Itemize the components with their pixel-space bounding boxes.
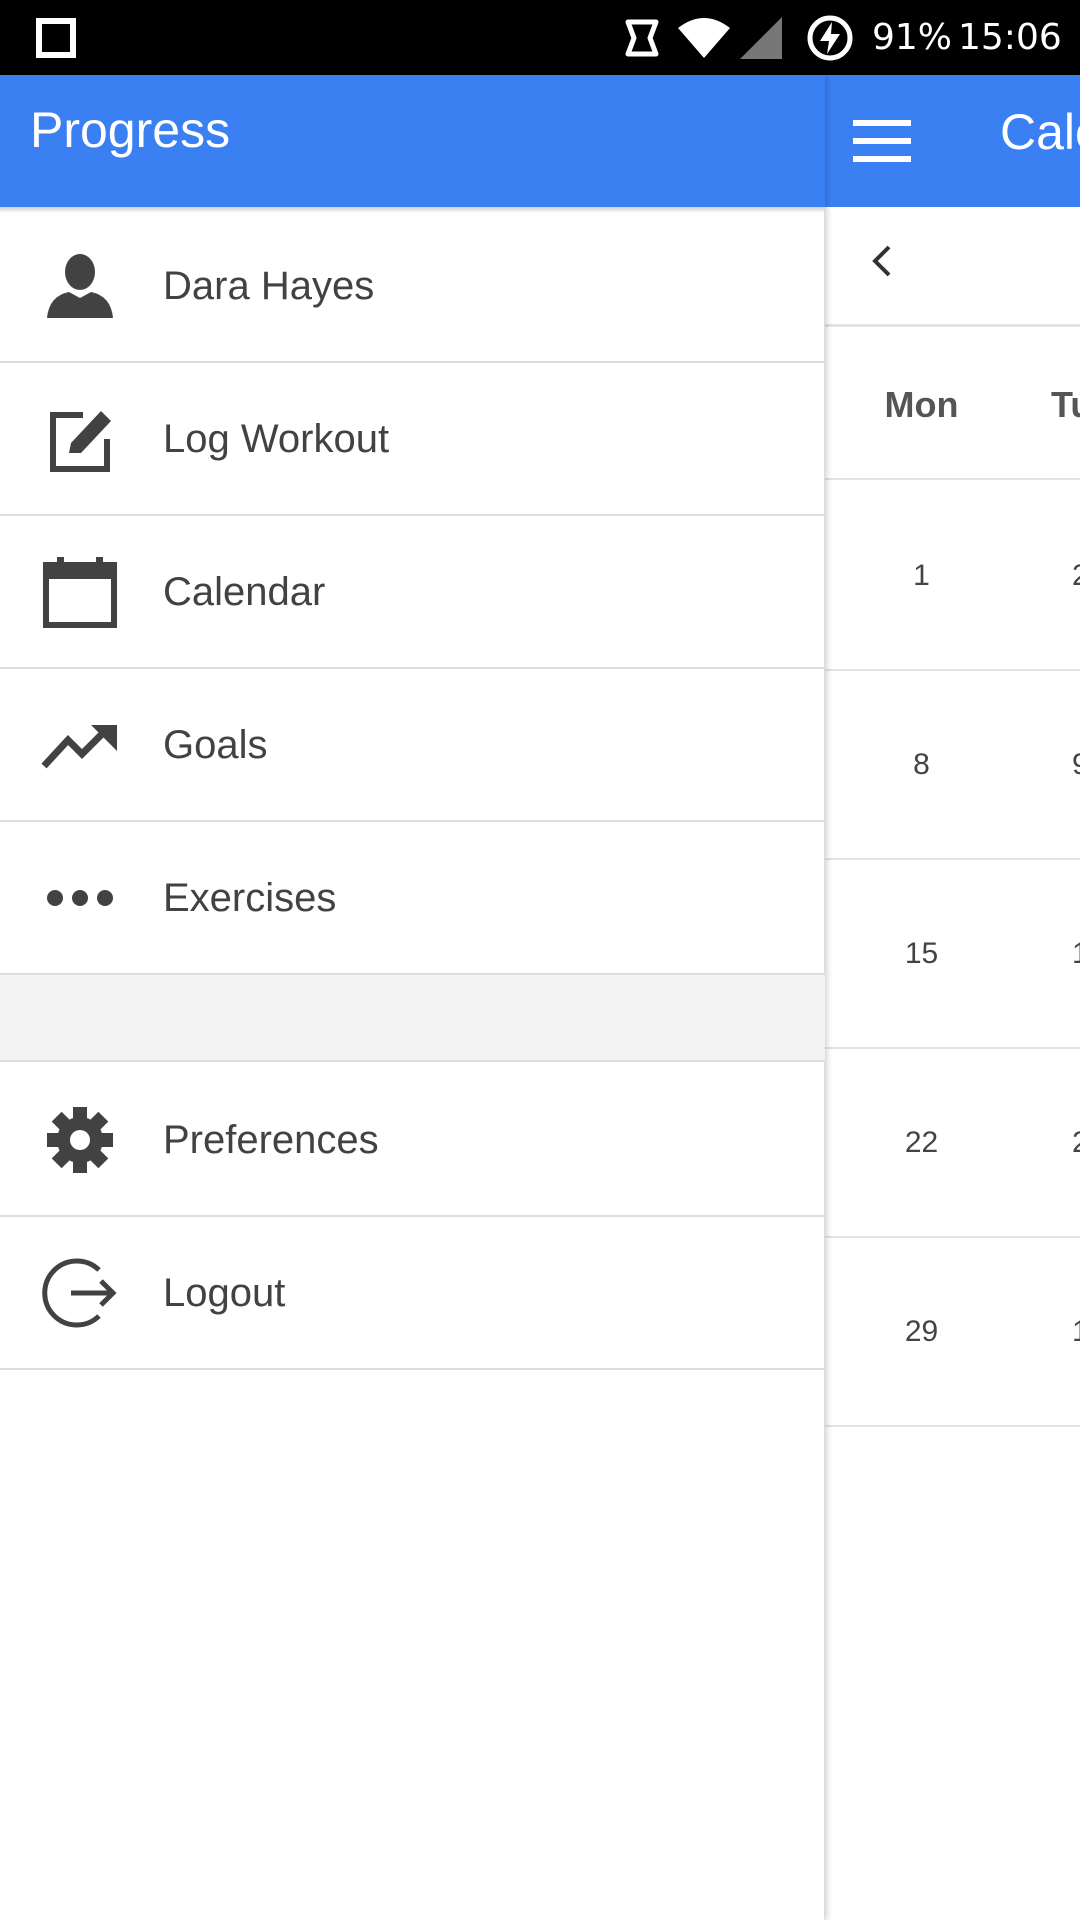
calendar-day[interactable]: 1 [1072,1238,1080,1425]
edit-icon [40,403,120,475]
calendar-app-bar: Cale [825,75,1080,207]
menu-item-logout[interactable]: Logout [0,1217,825,1370]
gear-icon [40,1104,120,1176]
chevron-left-icon[interactable] [867,241,897,281]
wifi-icon [676,0,732,75]
navigation-drawer: Progress Dara Hayes Log Workout Calendar… [0,75,825,1920]
calendar-week-row: 22 2 [825,1049,1080,1238]
battery-charging-icon [806,0,854,75]
calendar-day[interactable]: 9 [1072,671,1080,858]
calendar-day[interactable]: 29 [825,1238,1018,1425]
menu-item-calendar[interactable]: Calendar [0,516,825,669]
calendar-day[interactable]: 22 [825,1049,1018,1236]
menu-item-label: Log Workout [163,417,390,461]
trending-up-icon [40,709,120,781]
menu-item-exercises[interactable]: Exercises [0,822,825,975]
menu-item-label: Calendar [163,570,326,614]
calendar-icon [40,556,120,628]
weekday-header: Mon Tu [825,330,1080,480]
section-divider [0,975,825,1062]
calendar-day[interactable]: 2 [1072,482,1080,669]
notification-square-icon [36,0,76,75]
calendar-week-row: 8 9 [825,671,1080,860]
calendar-day[interactable]: 1 [825,482,1018,669]
calendar-day[interactable]: 2 [1072,1049,1080,1236]
calendar-day[interactable]: 15 [825,860,1018,1047]
battery-percent: 91% [872,17,953,58]
calendar-day[interactable]: 1 [1072,860,1080,1047]
menu-item-label: Dara Hayes [163,264,375,308]
vibrate-icon [622,0,662,75]
person-icon [40,250,120,322]
menu-item-label: Goals [163,723,268,767]
menu-item-preferences[interactable]: Preferences [0,1064,825,1217]
menu-item-label: Logout [163,1271,286,1315]
clock: 15:06 [958,17,1062,58]
more-horiz-icon [40,862,120,934]
drawer-title: Progress [30,102,231,158]
menu-item-profile[interactable]: Dara Hayes [0,210,825,363]
drawer-header: Progress [0,75,825,207]
calendar-week-row: 1 2 [825,482,1080,671]
logout-icon [40,1257,120,1329]
calendar-day[interactable]: 8 [825,671,1018,858]
cell-signal-icon [738,0,784,75]
month-navigation [825,207,1080,327]
menu-item-goals[interactable]: Goals [0,669,825,822]
weekday-label: Tu [1051,384,1080,425]
calendar-title: Cale [1000,104,1080,160]
status-bar: 91% 15:06 [0,0,1080,75]
hamburger-menu-icon[interactable] [853,120,911,162]
weekday-label: Mon [884,384,959,425]
calendar-screen: Cale Mon Tu 1 2 8 9 15 1 22 2 29 1 [825,75,1080,1920]
calendar-week-row: 29 1 [825,1238,1080,1427]
menu-item-label: Preferences [163,1118,379,1162]
menu-item-log-workout[interactable]: Log Workout [0,363,825,516]
calendar-week-row: 15 1 [825,860,1080,1049]
menu-item-label: Exercises [163,876,337,920]
